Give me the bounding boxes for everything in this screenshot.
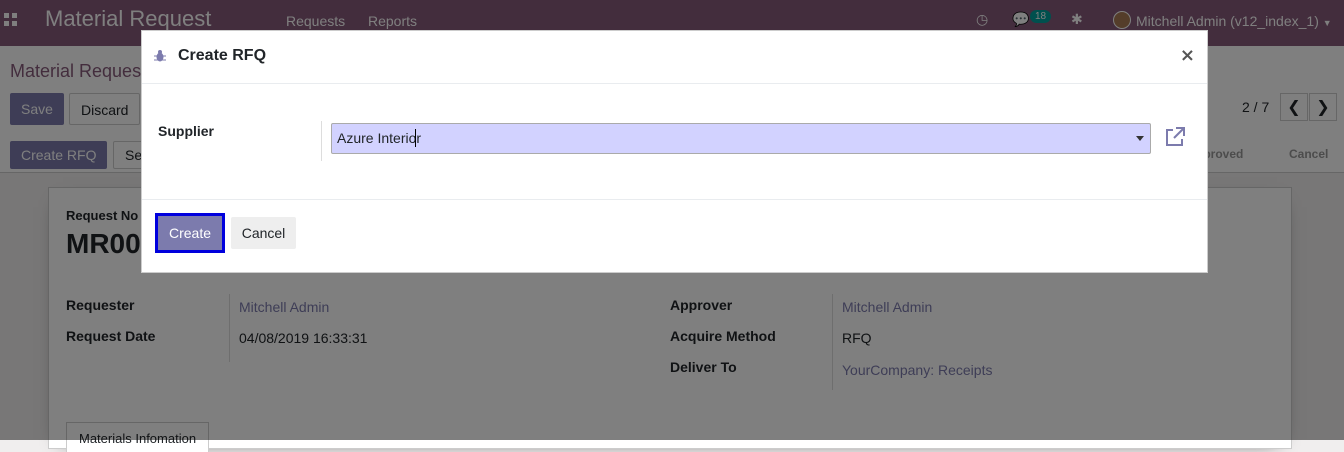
- create-button[interactable]: Create: [155, 213, 225, 253]
- supplier-input-value: Azure Interior: [337, 130, 422, 146]
- create-rfq-dialog: Create RFQ × Supplier Azure Interior Cre…: [141, 30, 1208, 273]
- modal-footer: Create Cancel: [142, 199, 1207, 275]
- supplier-label: Supplier: [158, 123, 215, 139]
- field-divider: [321, 121, 322, 161]
- modal-header: Create RFQ ×: [142, 31, 1207, 84]
- debug-bug-icon[interactable]: [154, 49, 166, 63]
- cancel-button[interactable]: Cancel: [231, 217, 296, 249]
- modal-title: Create RFQ: [178, 47, 267, 64]
- external-link-icon[interactable]: [1164, 126, 1186, 148]
- text-cursor: [415, 129, 416, 147]
- close-icon[interactable]: ×: [1180, 45, 1195, 66]
- dropdown-arrow-icon[interactable]: [1136, 136, 1144, 141]
- supplier-input[interactable]: Azure Interior: [331, 123, 1151, 154]
